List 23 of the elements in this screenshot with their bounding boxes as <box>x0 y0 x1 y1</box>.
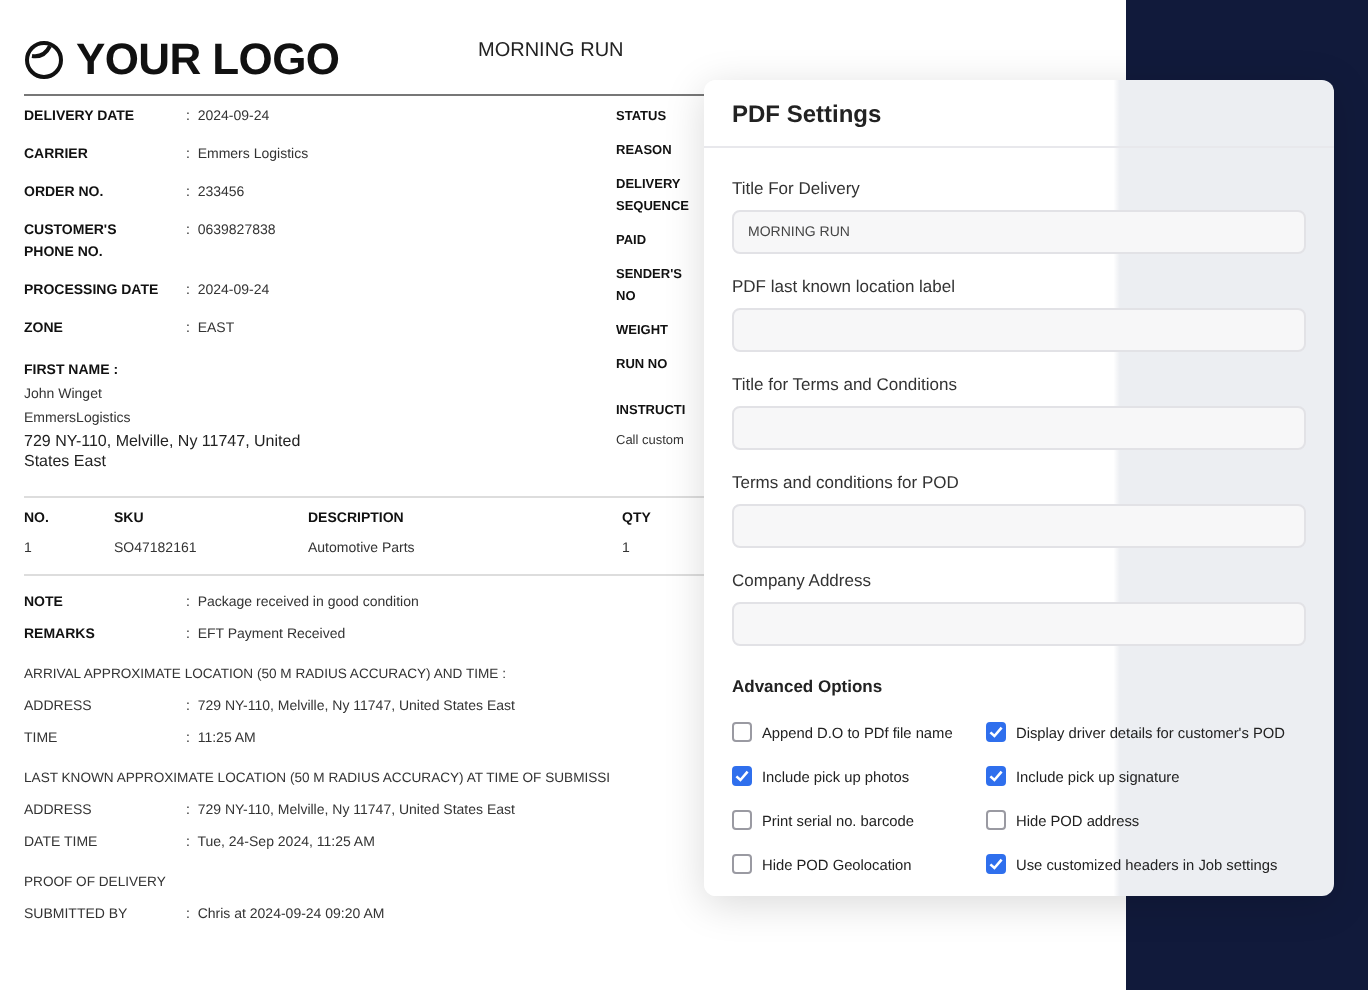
input-label: Company Address <box>732 570 873 592</box>
checkbox[interactable] <box>986 766 1006 786</box>
logo-icon <box>24 40 64 80</box>
checkbox[interactable] <box>732 766 752 786</box>
input-field[interactable] <box>732 406 1306 450</box>
checkbox[interactable] <box>986 810 1006 830</box>
input-label: Terms and conditions for POD <box>732 472 961 494</box>
input-label: Title For Delivery <box>732 178 862 200</box>
logo-text: YOUR LOGO <box>76 34 340 86</box>
input-label: Title for Terms and Conditions <box>732 374 959 396</box>
checkbox[interactable] <box>986 854 1006 874</box>
checkbox[interactable] <box>732 722 752 742</box>
recipient-address: 729 NY-110, Melville, Ny 11747, United States East <box>24 432 303 472</box>
input-field[interactable] <box>732 504 1306 548</box>
input-field[interactable] <box>732 602 1306 646</box>
checkbox[interactable] <box>732 810 752 830</box>
input-label: PDF last known location label <box>732 276 958 298</box>
checkbox[interactable] <box>986 722 1006 742</box>
checkbox[interactable] <box>732 854 752 874</box>
document-title: MORNING RUN <box>478 40 624 62</box>
input-field[interactable] <box>732 308 1306 352</box>
section-heading: Advanced Options <box>732 676 885 696</box>
dialog-title: PDF Settings <box>732 99 882 127</box>
